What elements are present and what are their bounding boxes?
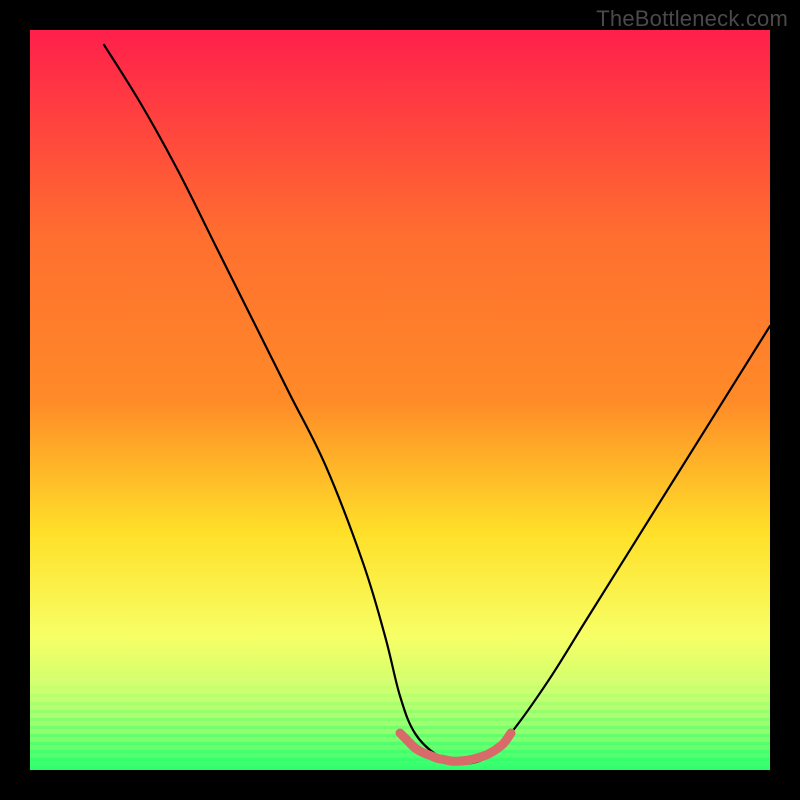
stripe: [30, 742, 770, 745]
stripe: [30, 710, 770, 713]
gradient-background: [30, 30, 770, 770]
stripe: [30, 758, 770, 761]
watermark-text: TheBottleneck.com: [596, 6, 788, 32]
plot-area: [30, 30, 770, 770]
chart-frame: TheBottleneck.com: [0, 0, 800, 800]
stripe: [30, 678, 770, 681]
stripe: [30, 718, 770, 721]
plot-svg: [30, 30, 770, 770]
stripe: [30, 750, 770, 753]
stripe: [30, 686, 770, 689]
stripe: [30, 702, 770, 705]
